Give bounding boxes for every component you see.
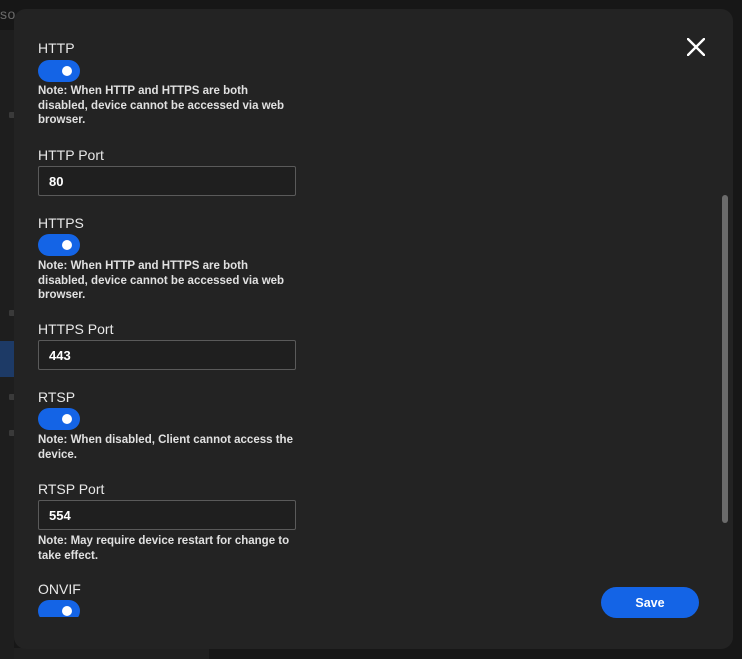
- toggle-knob: [62, 240, 72, 250]
- rtsp-toggle[interactable]: [38, 408, 80, 430]
- https-note: Note: When HTTP and HTTPS are both disab…: [38, 260, 285, 301]
- http-port-label: HTTP Port: [38, 147, 104, 163]
- http-label: HTTP: [38, 40, 75, 56]
- https-port-input[interactable]: [38, 340, 296, 370]
- https-port-label: HTTPS Port: [38, 321, 114, 337]
- toggle-knob: [62, 414, 72, 424]
- http-note: Note: When HTTP and HTTPS are both disab…: [38, 85, 285, 126]
- background-footer: [14, 648, 209, 659]
- onvif-toggle[interactable]: [38, 600, 80, 617]
- toggle-knob: [62, 606, 72, 616]
- https-toggle[interactable]: [38, 234, 80, 256]
- rtsp-port-input[interactable]: [38, 500, 296, 530]
- close-icon: [687, 38, 705, 56]
- http-toggle[interactable]: [38, 60, 80, 82]
- rtsp-port-label: RTSP Port: [38, 481, 105, 497]
- background-sidebar-active-item: [0, 341, 14, 377]
- onvif-label: ONVIF: [38, 581, 81, 597]
- rtsp-label: RTSP: [38, 389, 76, 405]
- close-button[interactable]: [682, 33, 710, 61]
- rtsp-port-note: Note: May require device restart for cha…: [38, 535, 290, 562]
- https-label: HTTPS: [38, 215, 84, 231]
- save-button[interactable]: Save: [601, 587, 699, 618]
- scrollbar-thumb[interactable]: [722, 195, 728, 523]
- rtsp-note: Note: When disabled, Client cannot acces…: [38, 434, 293, 461]
- http-port-input[interactable]: [38, 166, 296, 196]
- toggle-knob: [62, 66, 72, 76]
- settings-scroll-area: HTTP Note: When HTTP and HTTPS are both …: [38, 9, 338, 617]
- network-settings-dialog: HTTP Note: When HTTP and HTTPS are both …: [14, 9, 733, 649]
